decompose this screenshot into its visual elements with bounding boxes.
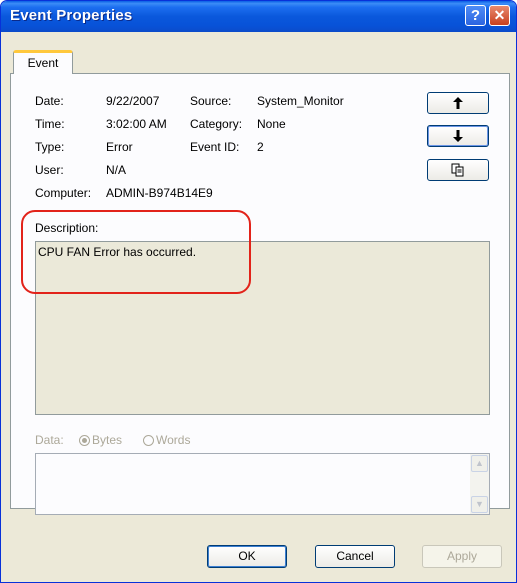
user-label: User: — [35, 163, 64, 177]
source-label: Source: — [190, 94, 232, 108]
data-textbox[interactable]: ▲ ▼ — [35, 453, 490, 515]
computer-label: Computer: — [35, 186, 92, 200]
scroll-down-icon[interactable]: ▼ — [471, 496, 488, 513]
copy-button[interactable] — [427, 159, 489, 181]
bytes-radio[interactable]: Bytes — [79, 433, 122, 447]
title-bar[interactable]: Event Properties ? ✕ — [1, 1, 516, 32]
data-label: Data: — [35, 433, 64, 447]
ok-button[interactable]: OK — [207, 545, 287, 568]
category-value: None — [257, 117, 286, 131]
words-radio[interactable]: Words — [143, 433, 190, 447]
event-id-label: Event ID: — [190, 140, 240, 154]
cancel-button[interactable]: Cancel — [315, 545, 395, 568]
event-id-value: 2 — [257, 140, 264, 154]
data-scrollbar[interactable]: ▲ ▼ — [470, 454, 489, 514]
type-label: Type: — [35, 140, 65, 154]
source-value: System_Monitor — [257, 94, 344, 108]
copy-icon — [451, 163, 464, 177]
arrow-up-icon — [453, 97, 463, 109]
time-label: Time: — [35, 117, 65, 131]
words-label: Words — [156, 433, 191, 447]
user-value: N/A — [106, 163, 127, 177]
arrow-down-icon — [453, 130, 463, 142]
window-title: Event Properties — [10, 7, 133, 24]
radio-icon — [143, 435, 154, 446]
scroll-up-icon[interactable]: ▲ — [471, 455, 488, 472]
date-label: Date: — [35, 94, 64, 108]
bytes-label: Bytes — [92, 433, 123, 447]
event-properties-window: Event Properties ? ✕ Event Date: 9/22/20… — [0, 0, 517, 583]
next-event-button[interactable] — [427, 125, 489, 147]
tab-event[interactable]: Event — [13, 50, 73, 74]
date-value: 9/22/2007 — [106, 94, 160, 108]
type-value: Error — [106, 140, 133, 154]
apply-button[interactable]: Apply — [422, 545, 502, 568]
close-icon[interactable]: ✕ — [489, 5, 510, 26]
computer-value: ADMIN-B974B14E9 — [106, 186, 213, 200]
highlight-annotation — [21, 210, 251, 294]
previous-event-button[interactable] — [427, 92, 489, 114]
category-label: Category: — [190, 117, 243, 131]
radio-selected-icon — [79, 435, 90, 446]
help-icon[interactable]: ? — [465, 5, 486, 26]
time-value: 3:02:00 AM — [106, 117, 167, 131]
